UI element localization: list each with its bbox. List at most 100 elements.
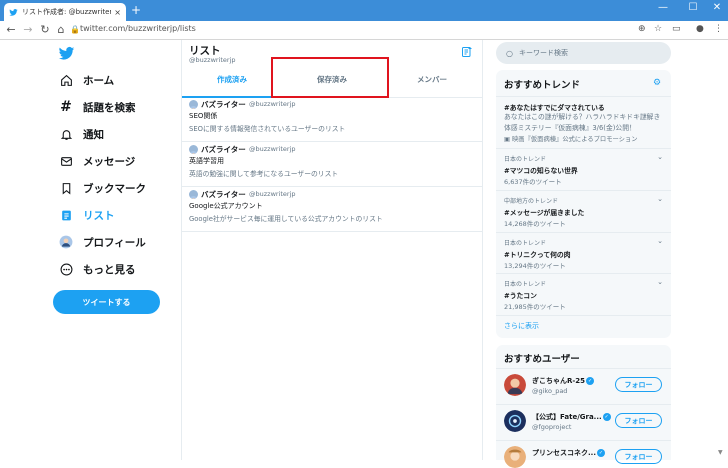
nav-messages[interactable]: メッセージ xyxy=(58,151,135,171)
new-tab-button[interactable]: + xyxy=(131,4,141,16)
follow-button[interactable]: フォロー xyxy=(615,449,662,464)
user-handle: @giko_pad xyxy=(532,387,568,395)
home-icon xyxy=(58,72,74,88)
trend-name: #マツコの知らない世界 xyxy=(504,167,578,175)
star-icon[interactable]: ☆ xyxy=(654,24,662,34)
chevron-down-icon[interactable]: ⌄ xyxy=(657,153,663,161)
user-name-wrap: ぎこちゃんR-25 ✓ xyxy=(532,376,595,386)
promoted-trend[interactable]: #あなたはすでにダマされている あなたはこの謎が解ける？ハラハラドキドキ謎解き体… xyxy=(496,96,671,144)
forward-icon[interactable]: → xyxy=(21,23,35,37)
bell-icon xyxy=(58,126,74,142)
list-author: バズライター xyxy=(201,145,246,154)
cast-icon[interactable]: ▭ xyxy=(672,24,681,34)
twitter-logo-icon[interactable] xyxy=(58,45,75,62)
user-name: プリンセスコネク... xyxy=(532,449,596,457)
home-browser-icon[interactable]: ⌂ xyxy=(54,23,68,37)
close-window-button[interactable]: ✕ xyxy=(708,2,726,13)
nav-home[interactable]: ホーム xyxy=(58,70,114,90)
chevron-down-icon[interactable]: ⌄ xyxy=(657,237,663,245)
tab-created[interactable]: 作成済み xyxy=(182,74,282,85)
create-list-icon[interactable] xyxy=(461,46,473,58)
reload-icon[interactable]: ↻ xyxy=(38,23,52,37)
page-handle: @buzzwriterjp xyxy=(189,56,236,64)
nav-bookmarks[interactable]: ブックマーク xyxy=(58,178,146,198)
user-name: 【公式】Fate/Gra... xyxy=(532,413,602,421)
nav-lists-label: リスト xyxy=(83,209,115,222)
search-placeholder: キーワード検索 xyxy=(518,49,568,57)
trend-item[interactable]: 日本のトレンド ⌄ #トリニクって何の肉 13,294件のツイート xyxy=(496,232,671,274)
follow-button[interactable]: フォロー xyxy=(615,413,662,428)
search-input[interactable]: ○ キーワード検索 xyxy=(496,42,671,64)
list-item[interactable]: バズライター @buzzwriterjp 英語学習用 英語の勉強に関して参考にな… xyxy=(182,142,482,187)
trend-name: #メッセージが届きました xyxy=(504,209,585,217)
trend-count: 13,294件のツイート xyxy=(504,262,566,270)
users-title: おすすめユーザー xyxy=(504,354,580,365)
tab-close-icon[interactable]: × xyxy=(114,8,121,17)
tweet-button[interactable]: ツイートする xyxy=(53,290,160,314)
bookmark-icon xyxy=(58,180,74,196)
trend-item[interactable]: 中部地方のトレンド ⌄ #メッセージが届きました 14,268件のツイート xyxy=(496,190,671,232)
hashtag-icon: # xyxy=(60,99,72,115)
user-name: ぎこちゃんR-25 xyxy=(532,377,586,385)
who-to-follow-panel: おすすめユーザー ぎこちゃんR-25 ✓ @giko_pad フォロー 【公式】F… xyxy=(496,345,671,468)
minimize-button[interactable]: — xyxy=(654,2,672,13)
back-icon[interactable]: ← xyxy=(4,23,18,37)
chevron-down-icon[interactable]: ⌄ xyxy=(657,195,663,203)
nav-explore[interactable]: # 話題を検索 xyxy=(58,97,135,117)
browser-tab[interactable]: リスト作成者: @buzzwriterjp / Twi × xyxy=(4,3,126,21)
nav-more-label: もっと見る xyxy=(83,263,136,276)
menu-dots-icon[interactable]: ⋮ xyxy=(714,24,723,34)
user-row[interactable]: ぎこちゃんR-25 ✓ @giko_pad フォロー xyxy=(496,368,671,404)
maximize-button[interactable]: ☐ xyxy=(684,2,702,13)
user-name-wrap: プリンセスコネク... ✓ xyxy=(532,448,605,458)
nav-more[interactable]: もっと見る xyxy=(58,259,136,279)
user-name-wrap: 【公式】Fate/Gra... ✓ xyxy=(532,412,611,422)
trend-category: 日本のトレンド xyxy=(504,240,547,247)
browser-toolbar: ← → ↻ ⌂ 🔒 twitter.com/buzzwriterjp/lists… xyxy=(0,21,728,40)
list-item[interactable]: バズライター @buzzwriterjp SEO関係 SEOに関する情報発信され… xyxy=(182,97,482,142)
trend-category: 中部地方のトレンド xyxy=(504,198,559,205)
user-avatar xyxy=(504,374,526,396)
tab-members[interactable]: メンバー xyxy=(382,74,482,85)
list-item[interactable]: バズライター @buzzwriterjp Google公式アカウント Googl… xyxy=(182,187,482,232)
promo-trend-desc: あなたはこの謎が解ける？ハラハラドキドキ謎解き体感ミステリー『仮面病棟』3/6(… xyxy=(504,113,661,132)
nav-profile[interactable]: プロフィール xyxy=(58,232,146,252)
trend-item[interactable]: 日本のトレンド ⌄ #うたコン 21,985件のツイート xyxy=(496,273,671,315)
promoted-icon: ▣ xyxy=(504,136,512,143)
nav-messages-label: メッセージ xyxy=(83,155,136,168)
user-handle: @fgoproject xyxy=(532,423,572,431)
extension-icon[interactable]: ⊕ xyxy=(638,24,646,34)
list-description: Google社がサービス毎に運用している公式アカウントのリスト xyxy=(189,215,383,223)
show-more-link[interactable]: さらに表示 xyxy=(504,321,539,331)
verified-icon: ✓ xyxy=(602,413,611,421)
author-avatar xyxy=(189,145,198,154)
profile-icon[interactable]: ● xyxy=(696,24,704,34)
nav-notifications[interactable]: 通知 xyxy=(58,124,104,144)
list-name: Google公式アカウント xyxy=(189,202,263,210)
list-name: SEO関係 xyxy=(189,112,218,120)
author-avatar xyxy=(189,100,198,109)
tab-title: リスト作成者: @buzzwriterjp / Twi xyxy=(22,8,112,16)
nav-profile-label: プロフィール xyxy=(83,236,146,249)
nav-bookmarks-label: ブックマーク xyxy=(83,182,146,195)
user-row[interactable]: 【公式】Fate/Gra... ✓ @fgoproject フォロー xyxy=(496,404,671,440)
user-avatar xyxy=(504,446,526,468)
trend-category: 日本のトレンド xyxy=(504,281,547,288)
user-row[interactable]: プリンセスコネク... ✓ フォロー xyxy=(496,440,671,468)
follow-button[interactable]: フォロー xyxy=(615,377,662,392)
address-bar[interactable]: twitter.com/buzzwriterjp/lists xyxy=(80,24,196,33)
list-author: バズライター xyxy=(201,190,246,199)
verified-icon: ✓ xyxy=(596,449,605,457)
author-avatar xyxy=(189,190,198,199)
gear-icon[interactable]: ⚙ xyxy=(653,78,661,88)
scroll-down-arrow-icon[interactable]: ▼ xyxy=(718,449,723,456)
show-more-row[interactable]: さらに表示 xyxy=(496,315,671,338)
trend-item[interactable]: 日本のトレンド ⌄ #マツコの知らない世界 6,637件のツイート xyxy=(496,148,671,190)
list-name: 英語学習用 xyxy=(189,157,224,165)
promo-sponsor-label: 映画『仮面病棟』公式によるプロモーション xyxy=(511,136,638,143)
list-author: バズライター xyxy=(201,100,246,109)
user-avatar xyxy=(504,410,526,432)
nav-lists[interactable]: リスト xyxy=(58,205,115,225)
chevron-down-icon[interactable]: ⌄ xyxy=(657,278,663,286)
list-author-handle: @buzzwriterjp xyxy=(249,100,296,108)
